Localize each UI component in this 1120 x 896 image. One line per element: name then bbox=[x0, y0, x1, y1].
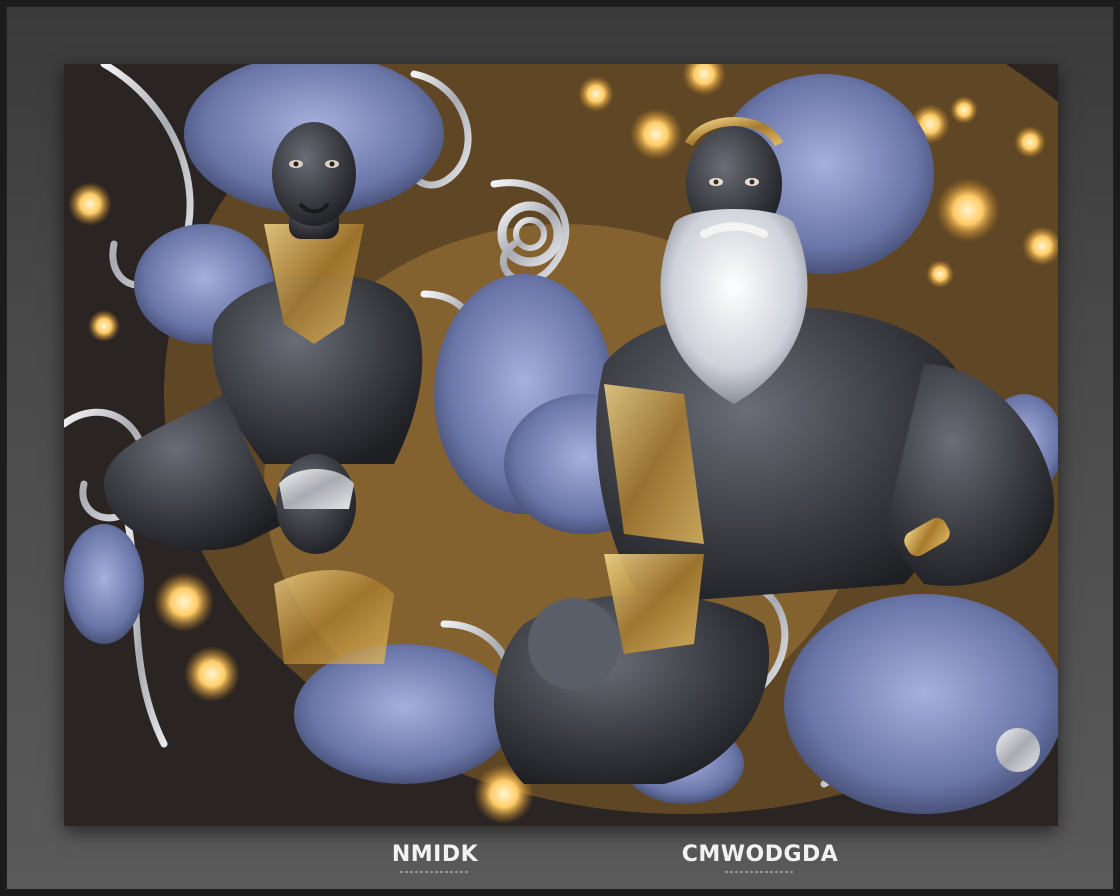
artwork-image bbox=[64, 64, 1058, 826]
caption-left-underline bbox=[400, 871, 470, 873]
caption-left-text: NMIDK bbox=[391, 842, 479, 867]
artwork-illustration bbox=[64, 64, 1058, 826]
caption-right-text: CMWODGDA bbox=[681, 842, 839, 867]
silver-sphere bbox=[996, 728, 1040, 772]
caption-right-underline bbox=[725, 871, 795, 873]
caption-right: CMWODGDA bbox=[680, 842, 840, 873]
caption-left: NMIDK bbox=[380, 842, 490, 873]
